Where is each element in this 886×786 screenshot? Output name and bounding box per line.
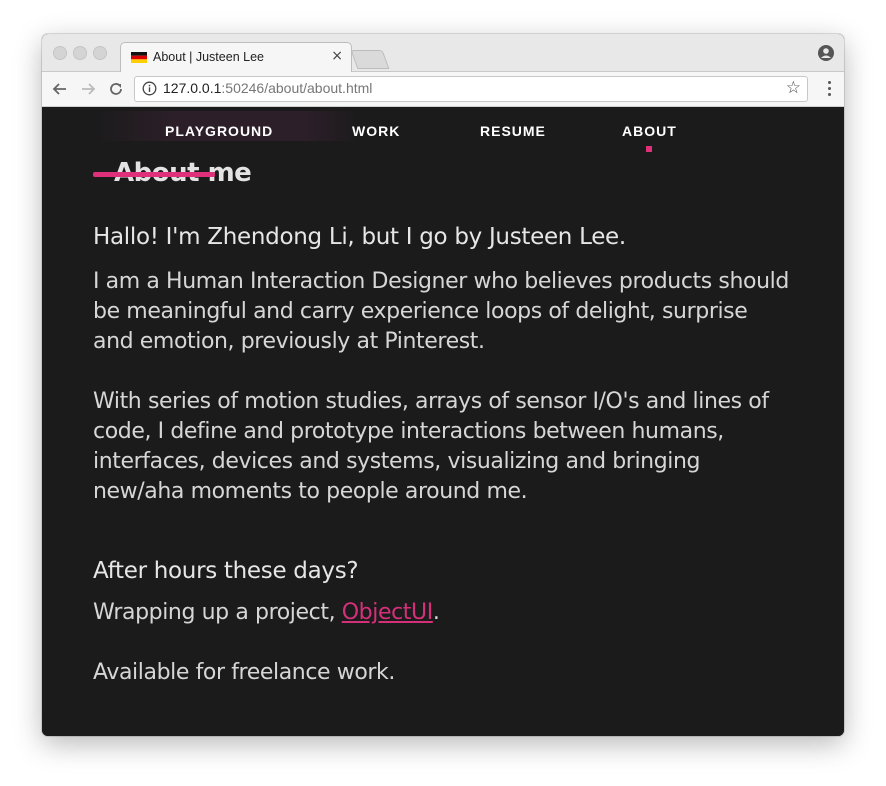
minimize-window-button[interactable] [73, 46, 87, 60]
vertical-dots-icon[interactable] [828, 81, 832, 97]
info-icon[interactable] [142, 81, 157, 96]
current-project-suffix: . [432, 600, 440, 625]
tab-title: About | Justeen Lee [153, 50, 264, 64]
objectui-link[interactable]: ObjectUI [342, 600, 433, 625]
star-icon[interactable]: ☆ [786, 78, 801, 98]
current-project-text: Wrapping up a project, ObjectUI. [93, 600, 793, 625]
new-tab-button[interactable] [350, 50, 390, 69]
intro-paragraph: I am a Human Interaction Designer who be… [93, 269, 789, 354]
title-bar: About | Justeen Lee × [42, 34, 844, 73]
browser-tab[interactable]: About | Justeen Lee × [120, 42, 352, 73]
close-window-button[interactable] [53, 46, 67, 60]
browser-window: About | Justeen Lee × 127.0.0.1:50246/ab… [42, 34, 844, 736]
nav-item-about[interactable]: ABOUT [622, 123, 677, 139]
after-hours-heading: After hours these days? [93, 558, 359, 584]
browser-toolbar: 127.0.0.1:50246/about/about.html ☆ [42, 72, 844, 107]
forward-arrow-icon[interactable] [79, 80, 97, 98]
greeting-heading: Hallo! I'm Zhendong Li, but I go by Just… [93, 224, 626, 250]
reload-icon[interactable] [107, 80, 125, 98]
tab-close-icon[interactable]: × [331, 48, 343, 64]
profile-icon[interactable] [818, 45, 834, 61]
page-content: PLAYGROUND WORK RESUME ABOUT About me Ha… [42, 107, 844, 736]
title-accent-bar [93, 172, 215, 177]
maximize-window-button[interactable] [93, 46, 107, 60]
freelance-text: Available for freelance work. [93, 660, 395, 685]
active-nav-indicator [646, 146, 652, 152]
nav-item-work[interactable]: WORK [352, 123, 400, 139]
back-arrow-icon[interactable] [51, 80, 69, 98]
current-project-prefix: Wrapping up a project, [93, 600, 342, 625]
url-text: 127.0.0.1:50246/about/about.html [163, 80, 372, 96]
process-paragraph: With series of motion studies, arrays of… [93, 389, 769, 504]
nav-item-resume[interactable]: RESUME [480, 123, 546, 139]
address-bar[interactable]: 127.0.0.1:50246/about/about.html ☆ [134, 76, 808, 102]
url-path: :50246/about/about.html [221, 80, 373, 96]
url-host: 127.0.0.1 [163, 80, 222, 96]
nav-item-playground[interactable]: PLAYGROUND [165, 123, 273, 139]
germany-flag-icon [131, 52, 147, 63]
